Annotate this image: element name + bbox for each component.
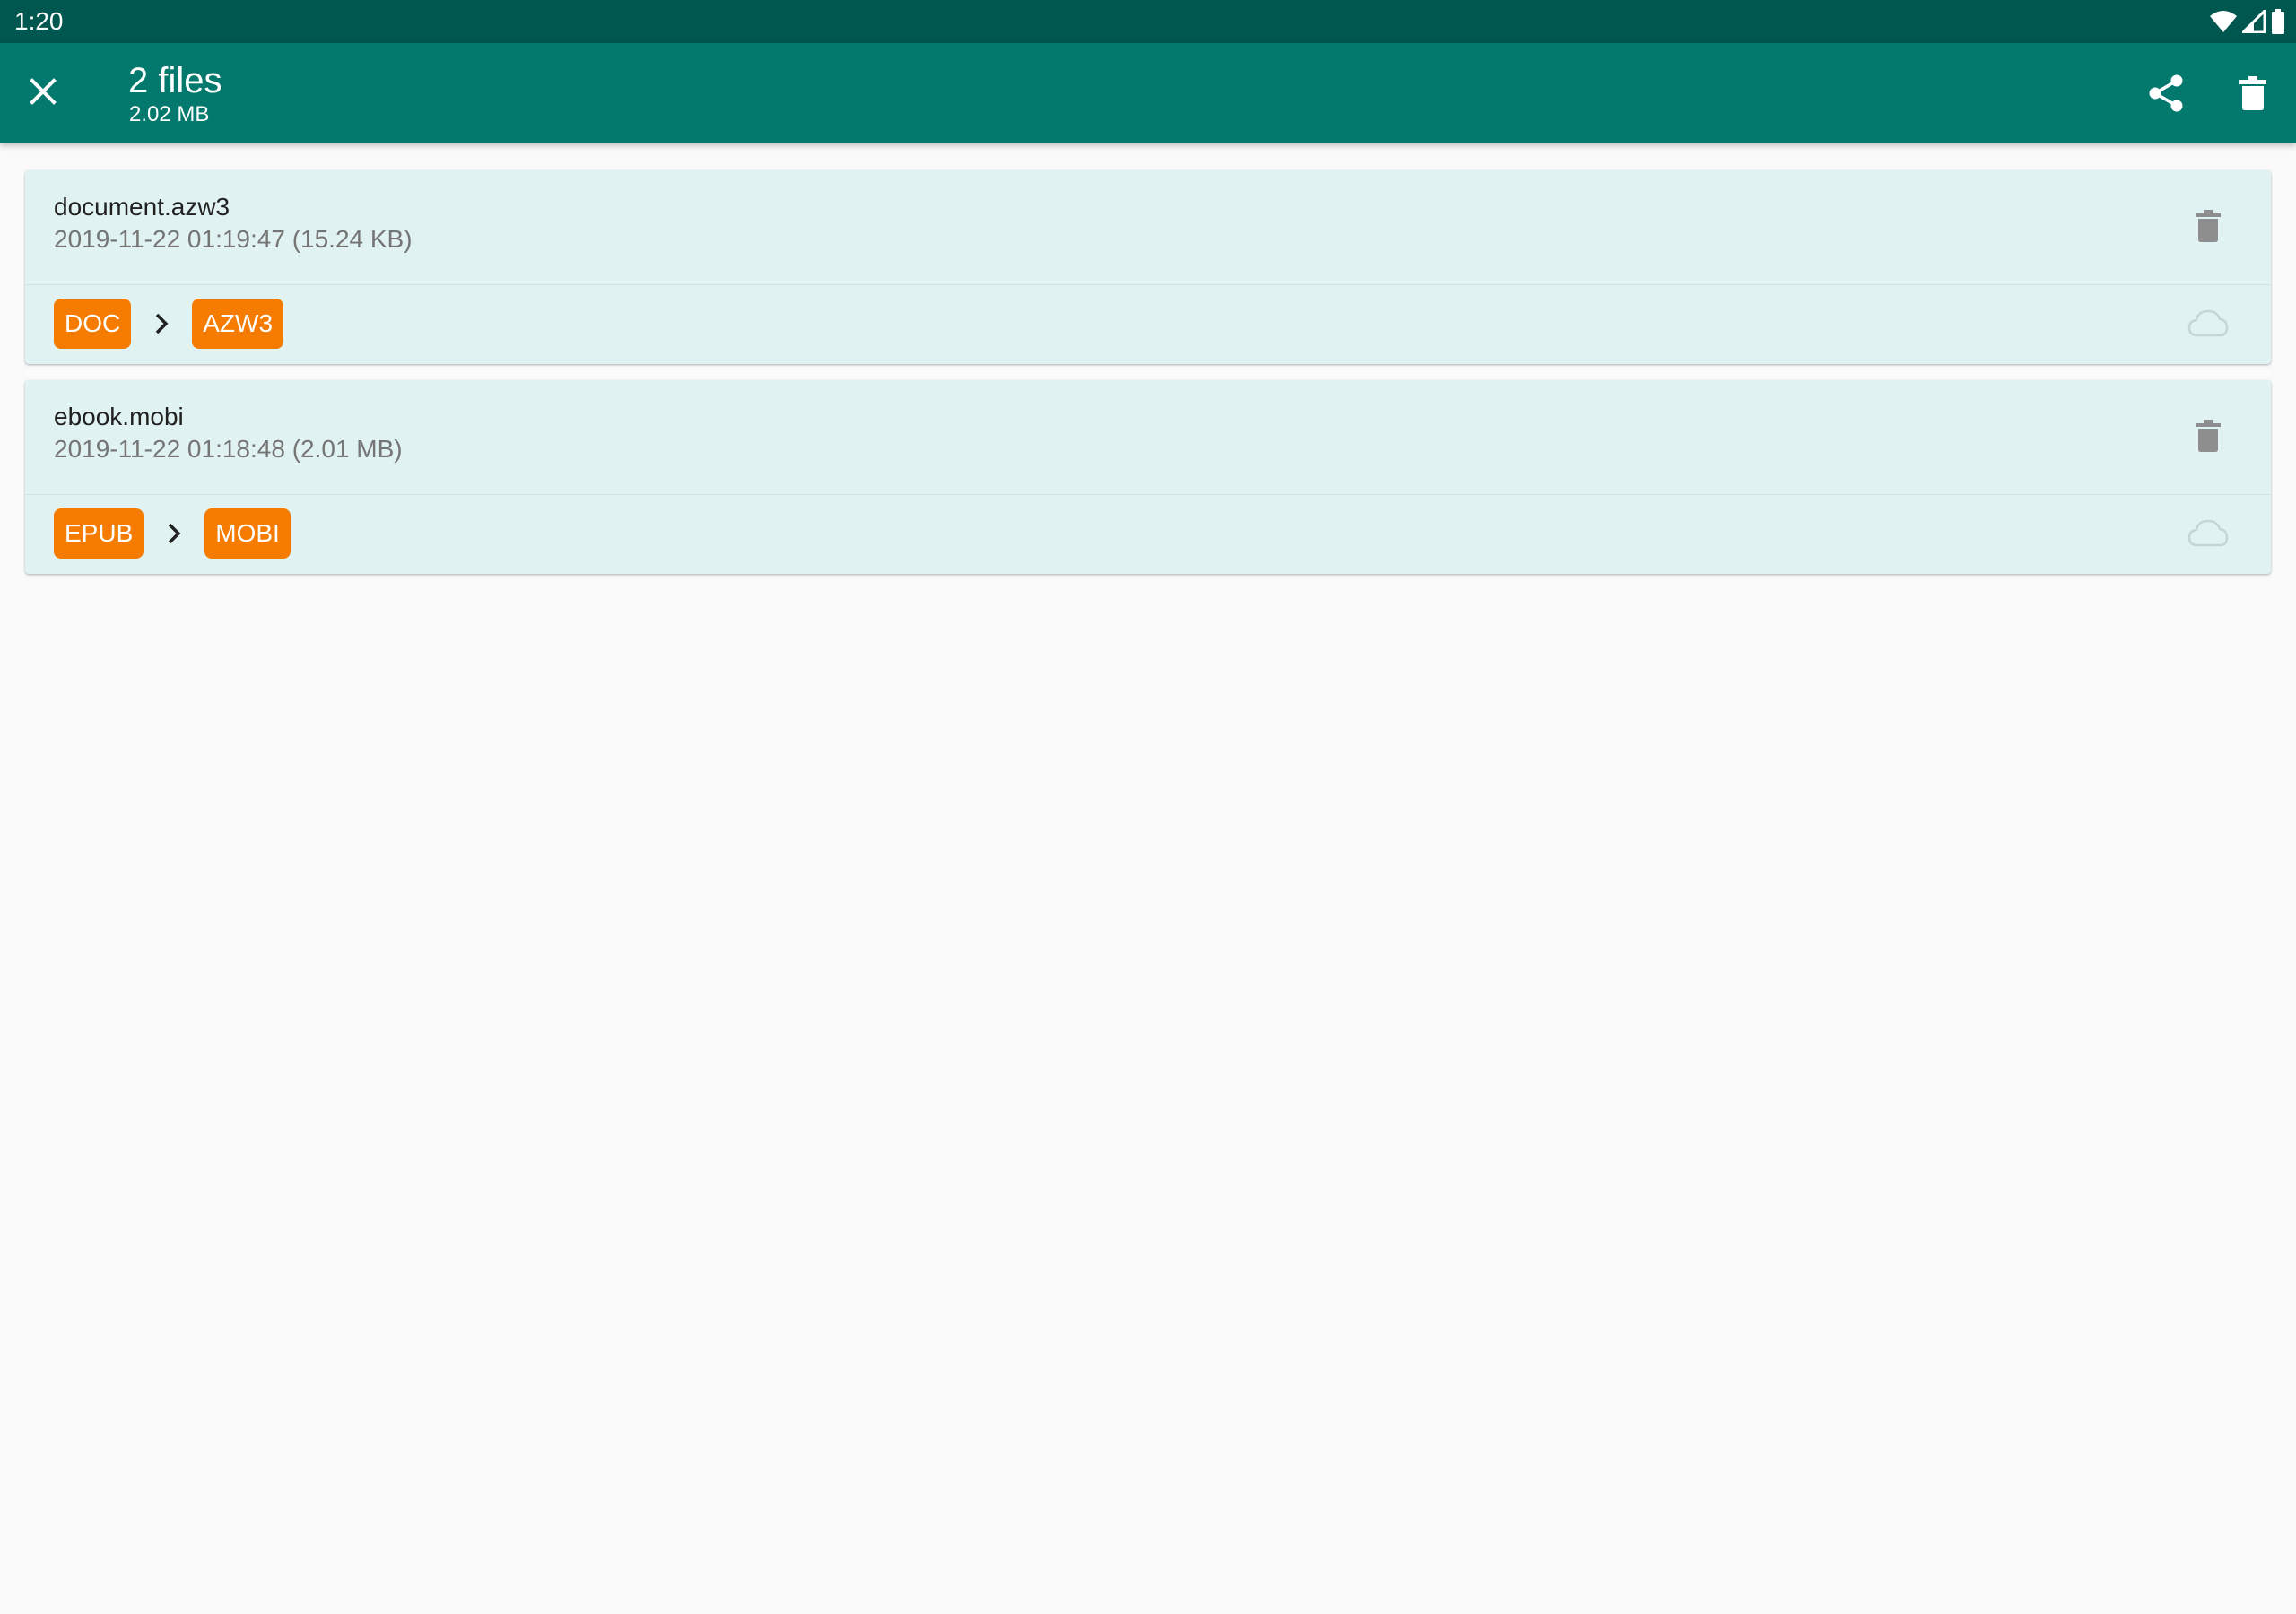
- action-bar: 2 files 2.02 MB: [0, 43, 2296, 143]
- file-card[interactable]: document.azw3 2019-11-22 01:19:47 (15.24…: [25, 170, 2271, 364]
- cloud-icon: [2187, 308, 2230, 342]
- delete-selected-button[interactable]: [2230, 72, 2276, 118]
- trash-icon: [2239, 75, 2266, 115]
- selection-size-subtitle: 2.02 MB: [129, 102, 210, 126]
- battery-icon: [2266, 9, 2285, 34]
- cloud-upload-button[interactable]: [2185, 301, 2231, 348]
- conversion-row: EPUB MOBI: [25, 495, 2271, 574]
- share-button[interactable]: [2143, 72, 2189, 118]
- source-format-badge: DOC: [54, 299, 132, 349]
- source-format-badge: EPUB: [54, 508, 144, 559]
- share-icon: [2148, 74, 2184, 117]
- status-time: 1:20: [14, 7, 64, 35]
- target-format-badge: AZW3: [192, 299, 284, 349]
- target-format-badge: MOBI: [204, 508, 291, 559]
- conversion-row: DOC AZW3: [25, 285, 2271, 364]
- delete-file-button[interactable]: [2185, 204, 2231, 251]
- delete-file-button[interactable]: [2185, 414, 2231, 461]
- file-card[interactable]: ebook.mobi 2019-11-22 01:18:48 (2.01 MB)…: [25, 380, 2271, 574]
- file-name: document.azw3: [54, 193, 230, 221]
- trash-icon: [2196, 209, 2221, 247]
- file-info: ebook.mobi 2019-11-22 01:18:48 (2.01 MB): [25, 380, 2271, 495]
- chevron-right-icon: [131, 299, 192, 349]
- close-icon: [30, 77, 57, 109]
- close-selection-button[interactable]: [22, 72, 65, 115]
- chevron-right-icon: [144, 508, 204, 559]
- status-icons: [2205, 8, 2285, 35]
- file-meta: 2019-11-22 01:18:48 (2.01 MB): [54, 435, 403, 463]
- format-conversion: DOC AZW3: [54, 299, 284, 349]
- wifi-icon: [2205, 10, 2237, 33]
- trash-icon: [2196, 419, 2221, 456]
- selection-count-title: 2 files: [128, 61, 222, 100]
- cloud-upload-button[interactable]: [2185, 511, 2231, 558]
- file-info: document.azw3 2019-11-22 01:19:47 (15.24…: [25, 170, 2271, 285]
- cloud-icon: [2187, 518, 2230, 551]
- signal-icon: [2237, 10, 2266, 33]
- file-name: ebook.mobi: [54, 403, 184, 430]
- format-conversion: EPUB MOBI: [54, 508, 291, 559]
- status-bar: 1:20: [0, 0, 2296, 43]
- file-meta: 2019-11-22 01:19:47 (15.24 KB): [54, 225, 413, 253]
